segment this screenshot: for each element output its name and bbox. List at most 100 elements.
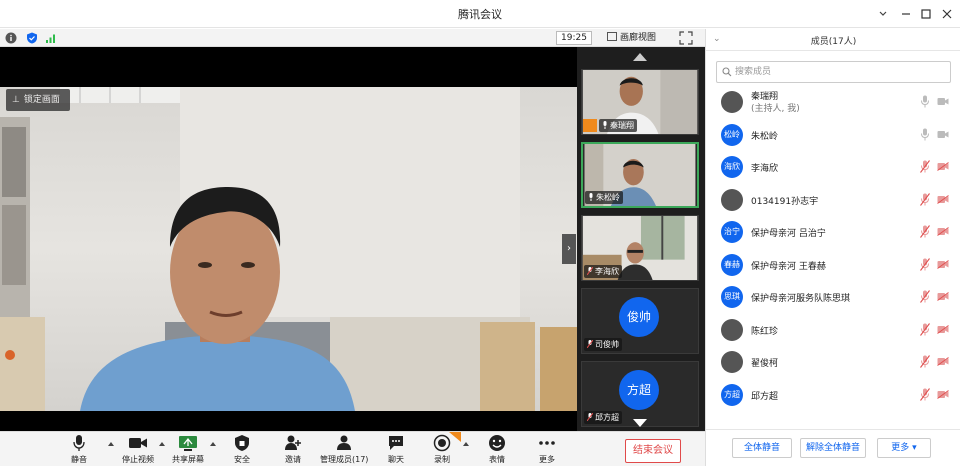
thumbnail-tile[interactable]: 秦瑞翔 — [581, 69, 699, 135]
thumbnail-name-label: 朱松岭 — [585, 191, 623, 204]
lock-view-button[interactable]: ⊥ 锁定画面 — [6, 89, 70, 111]
member-row[interactable]: 陈红珍 — [706, 314, 960, 346]
share-screen-button[interactable]: 共享屏幕 — [170, 434, 206, 466]
mic-muted-icon[interactable] — [920, 290, 930, 303]
scroll-up-icon[interactable] — [633, 53, 647, 61]
host-badge-icon — [583, 119, 597, 132]
pin-icon[interactable] — [872, 4, 894, 24]
panel-more-button[interactable]: 更多 ▾ — [877, 438, 931, 458]
member-avatar: 治宁 — [721, 221, 743, 243]
mic-muted-icon[interactable] — [920, 160, 930, 173]
thumbnail-tile[interactable]: 俊帅 司俊帅 — [581, 288, 699, 354]
share-screen-icon — [179, 436, 197, 451]
camera-off-icon[interactable] — [937, 292, 949, 301]
signal-icon[interactable] — [45, 32, 57, 44]
share-options-caret[interactable] — [210, 442, 216, 446]
members-panel-title: 成员(17人) — [810, 37, 857, 47]
thumbnail-name-label: 秦瑞翔 — [599, 119, 637, 132]
gallery-view-button[interactable]: 画廊视图 — [607, 31, 665, 45]
video-options-caret[interactable] — [159, 442, 165, 446]
camera-off-icon[interactable] — [937, 259, 949, 269]
member-row[interactable]: 0134191孙志宇 — [706, 184, 960, 216]
end-meeting-button[interactable]: 结束会议 — [625, 439, 681, 463]
main-video-stage: ⊥ 锁定画面 › — [0, 47, 577, 431]
speaker-video[interactable] — [0, 87, 577, 411]
member-avatar — [721, 351, 743, 373]
members-panel: ⌄ 成员(17人) 秦瑞翔(主持人, 我)松岭朱松岭海欣李海欣0134191孙志… — [705, 29, 960, 466]
mic-icon — [603, 121, 607, 129]
member-search-box[interactable] — [716, 61, 951, 83]
mic-icon — [589, 193, 593, 201]
member-avatar: 思琪 — [721, 286, 743, 308]
camera-off-icon[interactable] — [937, 389, 949, 399]
stop-video-button[interactable]: 停止视频 — [120, 434, 156, 466]
mic-icon[interactable] — [920, 128, 930, 141]
smiley-icon — [489, 435, 505, 451]
member-avatar: 松岭 — [721, 123, 743, 146]
camera-off-icon[interactable] — [937, 357, 949, 366]
member-row[interactable]: 海欣 李海欣 — [706, 151, 960, 183]
invite-button[interactable]: 邀请 — [279, 434, 307, 466]
member-search-input[interactable] — [735, 65, 945, 79]
member-row[interactable]: 方超 邱方超 — [706, 379, 960, 411]
panel-more-label: 更多 — [891, 443, 910, 453]
member-row[interactable]: 春赫 保护母亲河 王春赫 — [706, 249, 960, 281]
record-options-caret[interactable] — [463, 442, 469, 446]
meeting-clock: 19:25 — [556, 31, 592, 45]
camera-icon[interactable] — [937, 97, 949, 106]
thumbnail-tile[interactable]: 方超 邱方超 — [581, 361, 699, 427]
camera-off-icon[interactable] — [937, 324, 949, 334]
member-name: 保护母亲河服务队陈思琪 — [751, 294, 851, 304]
member-name: 保护母亲河 吕治宁 — [751, 229, 826, 239]
member-avatar: 方超 — [721, 383, 743, 406]
maximize-icon[interactable] — [915, 4, 937, 24]
mute-button[interactable]: 静音 — [64, 434, 94, 466]
mic-icon[interactable] — [920, 95, 930, 108]
collapse-thumbnails-button[interactable]: › — [562, 234, 576, 264]
mic-muted-icon[interactable] — [920, 322, 930, 336]
member-row[interactable]: 秦瑞翔 (主持人, 我) — [706, 86, 960, 118]
close-icon[interactable] — [936, 4, 958, 24]
lock-view-label: 锁定画面 — [23, 95, 60, 105]
unmute-all-button[interactable]: 解除全体静音 — [800, 438, 866, 458]
member-role: (主持人, 我) — [751, 104, 800, 114]
fullscreen-icon[interactable] — [679, 31, 693, 45]
camera-off-icon[interactable] — [937, 227, 949, 236]
more-button[interactable]: 更多 — [534, 434, 560, 466]
shield-icon[interactable] — [26, 32, 38, 44]
chevron-right-icon: › — [567, 243, 571, 254]
member-avatar — [721, 318, 743, 341]
chat-button[interactable]: 聊天 — [383, 434, 409, 466]
thumbnail-avatar: 俊帅 — [619, 297, 659, 337]
scroll-down-icon[interactable] — [633, 419, 647, 427]
info-icon[interactable] — [5, 32, 17, 44]
members-panel-header: ⌄ 成员(17人) — [706, 29, 960, 51]
mic-muted-icon[interactable] — [920, 192, 930, 206]
window-title: 腾讯会议 — [458, 8, 502, 21]
member-row[interactable]: 翟俊柯 — [706, 346, 960, 378]
thumbnail-tile[interactable]: 朱松岭 — [581, 142, 699, 208]
mic-muted-icon[interactable] — [920, 355, 930, 368]
member-name: 李海欣 — [751, 164, 779, 174]
camera-off-icon[interactable] — [937, 194, 949, 204]
mic-muted-icon[interactable] — [920, 225, 930, 238]
mic-muted-icon[interactable] — [920, 257, 930, 271]
reactions-button[interactable]: 表情 — [484, 434, 510, 466]
camera-off-icon[interactable] — [937, 162, 949, 171]
manage-members-button[interactable]: 管理成员(17) — [320, 434, 368, 466]
microphone-icon — [73, 435, 85, 451]
member-row[interactable]: 松岭 朱松岭 — [706, 119, 960, 151]
mic-muted-icon[interactable] — [920, 387, 930, 401]
thumbnail-strip: 秦瑞翔 朱松岭 李海欣 俊帅 司俊帅 方超 邱方超 — [577, 47, 705, 431]
caret-down-icon: ▾ — [912, 443, 917, 453]
title-bar: 腾讯会议 — [0, 0, 960, 28]
minimize-icon[interactable] — [895, 4, 917, 24]
camera-icon[interactable] — [937, 130, 949, 139]
member-row[interactable]: 思琪 保护母亲河服务队陈思琪 — [706, 281, 960, 313]
member-row[interactable]: 治宁 保护母亲河 吕治宁 — [706, 216, 960, 248]
mute-all-button[interactable]: 全体静音 — [732, 438, 792, 458]
mute-options-caret[interactable] — [108, 442, 114, 446]
security-button[interactable]: 安全 — [228, 434, 256, 466]
member-avatar — [721, 91, 743, 113]
thumbnail-tile[interactable]: 李海欣 — [581, 215, 699, 281]
